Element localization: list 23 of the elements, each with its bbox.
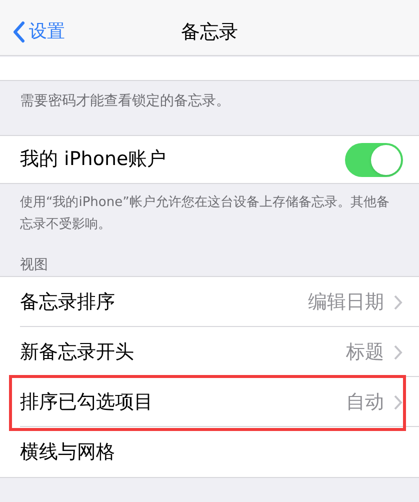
row-label: 备忘录排序	[20, 290, 115, 315]
nav-title: 备忘录	[181, 20, 238, 45]
row-label: 我的 iPhone账户	[20, 147, 166, 172]
footer-note: 需要密码才能查看锁定的备忘录。	[20, 92, 231, 111]
toggle-switch[interactable]	[345, 142, 403, 176]
row-value: 自动	[346, 390, 384, 415]
row-label: 新备忘录开头	[20, 340, 134, 365]
row-label: 排序已勾选项目	[20, 390, 153, 415]
section-header: 视图	[20, 257, 48, 273]
row-value: 编辑日期	[308, 290, 384, 315]
footer-note: 使用“我的iPhone”帐户允许您在这台设备上存储备忘录。其他备忘录不受影响。	[20, 194, 390, 234]
back-button[interactable]: 设置	[12, 18, 65, 45]
settings-row[interactable]: 新备忘录开头 标题	[0, 327, 419, 377]
settings-row[interactable]: 备忘录排序 编辑日期	[0, 277, 419, 327]
chevron-icon	[394, 294, 403, 310]
settings-row[interactable]	[0, 57, 419, 81]
back-chevron-icon	[12, 20, 25, 42]
settings-row[interactable]: 排序已勾选项目 自动	[0, 377, 419, 427]
chevron-icon	[394, 394, 403, 410]
row-value: 标题	[346, 340, 384, 365]
settings-row[interactable]: 横线与网格	[0, 427, 419, 477]
chevron-icon	[394, 344, 403, 360]
row-label: 横线与网格	[20, 440, 115, 465]
